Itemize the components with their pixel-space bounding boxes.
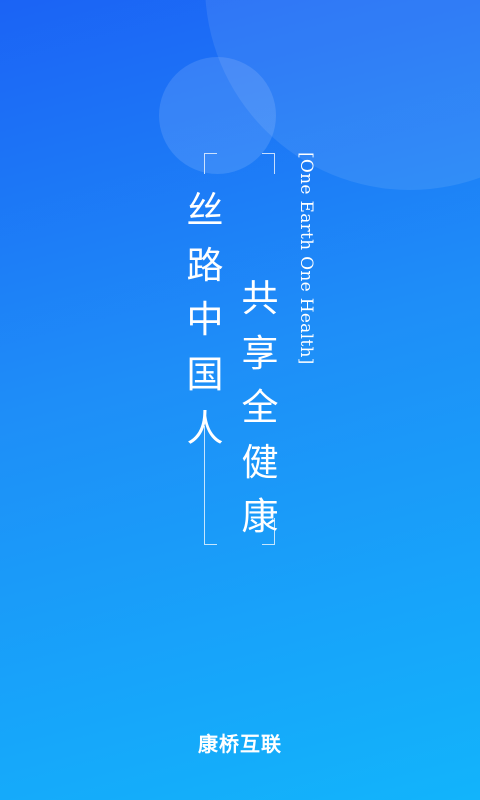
slogan-char: 享 — [241, 331, 279, 375]
slogan-char: 共 — [241, 277, 279, 320]
frame-corner-top-right — [262, 153, 275, 174]
tagline: [One Earth One Health] — [296, 152, 316, 365]
slogan-char: 国 — [186, 352, 224, 396]
slogan-char: 人 — [186, 407, 224, 450]
slogan-char: 中 — [186, 298, 224, 341]
decorative-circle-small — [159, 57, 276, 174]
slogan-char: 丝 — [186, 189, 224, 232]
splash-screen: 丝 路 中 国 人 共 享 全 健 康 [One Earth One Healt… — [0, 0, 480, 800]
slogan-char: 康 — [241, 495, 279, 538]
slogan-char: 全 — [241, 386, 279, 429]
slogan-line-two: 共 享 全 健 康 — [238, 272, 282, 545]
slogan-char: 健 — [241, 440, 279, 484]
slogan-line-one: 丝 路 中 国 人 — [185, 184, 225, 457]
slogan-char: 路 — [186, 243, 224, 287]
frame-corner-top-left — [204, 153, 217, 174]
brand-name: 康桥互联 — [198, 732, 282, 756]
